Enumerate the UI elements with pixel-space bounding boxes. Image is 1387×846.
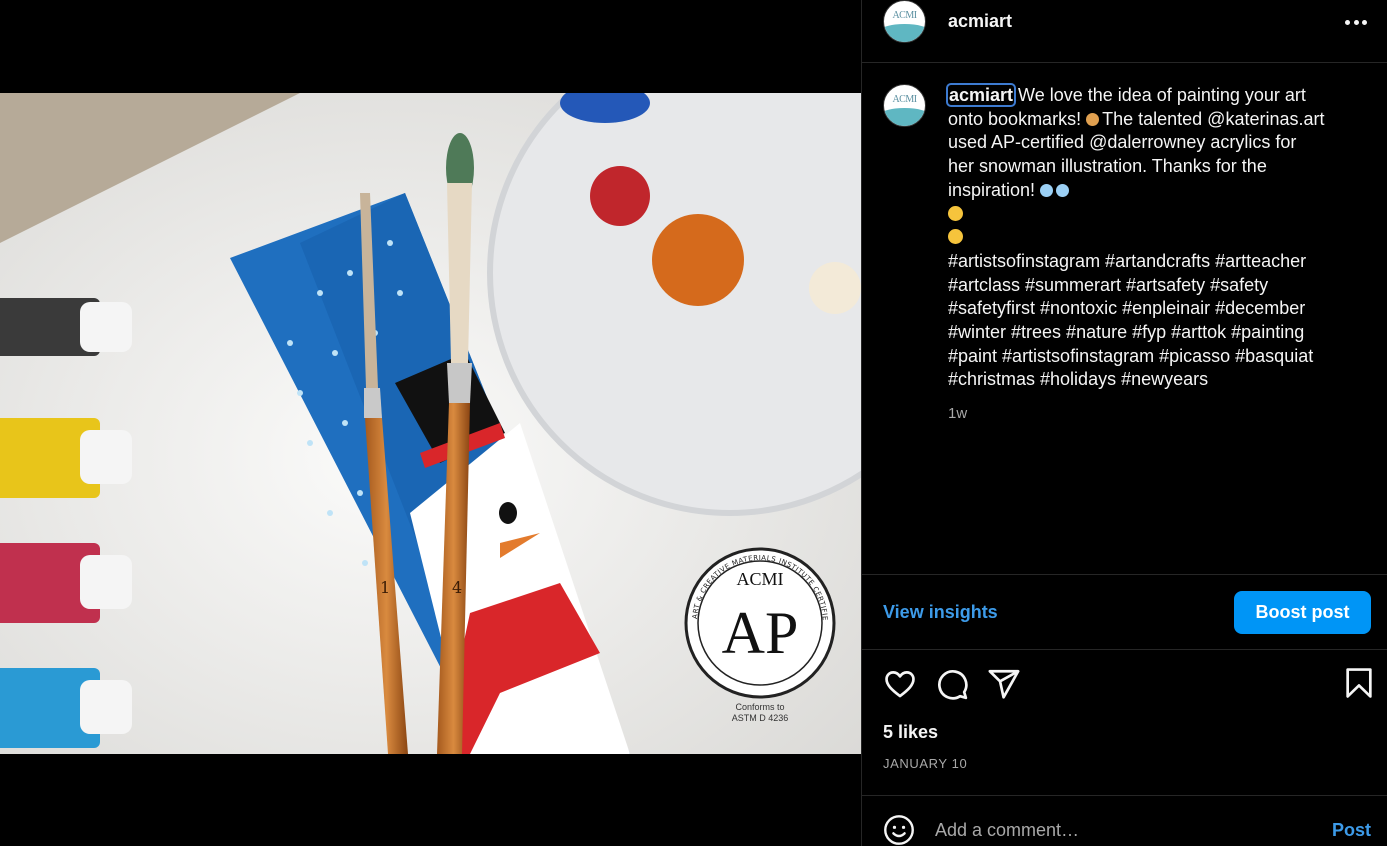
paint-blob-orange [652,214,744,306]
artwork-photo: 1 4 ART & CREATIVE MATERIALS INSTITUTE C… [0,93,861,754]
caption-line-6: inspiration! [948,179,1036,200]
bookmark-icon[interactable] [1342,666,1376,700]
avatar-logo-text: ACMI [892,9,917,21]
post-time-ago[interactable]: 1w [948,402,1358,426]
post-date: JANUARY 10 [883,756,968,771]
caption-line-3: The talented @katerinas.art [1102,108,1325,129]
comment-bar: Post [862,795,1387,846]
hashtag-line-6: #christmas #holidays #newyears [948,369,1209,390]
caption-avatar-logo-text: ACMI [892,94,917,105]
paint-blob-cream [809,262,861,314]
post-actions [883,666,1373,702]
boost-post-button[interactable]: Boost post [1234,590,1371,634]
svg-text:Conforms to: Conforms to [735,702,784,712]
more-icon[interactable] [1343,10,1369,34]
upside-down-face-emoji-icon [948,205,963,221]
insights-bar: View insights Boost post [862,574,1387,650]
paint-blob-red [590,166,650,226]
view-insights-link[interactable]: View insights [883,602,998,623]
post-image[interactable]: 1 4 ART & CREATIVE MATERIALS INSTITUTE C… [0,93,861,754]
caption-block: ACMI acmiart We love the idea of painting… [883,83,1373,426]
caption-line-4: used AP-certified @dalerrowney acrylics … [948,132,1297,153]
caption-avatar[interactable]: ACMI [883,84,926,127]
svg-text:1: 1 [380,578,390,597]
upside-down-face-emoji-icon [948,229,963,245]
caption-username[interactable]: acmiart [945,83,1017,107]
caption-line-1: We love the idea of painting your art [1018,85,1306,105]
hashtag-line-3: #safetyfirst #nontoxic #enpleinair #dece… [948,298,1306,319]
post-panel: ACMI acmiart ACMI acmiart We love the ide… [861,0,1387,846]
post-caption: acmiart We love the idea of painting your… [945,83,1358,426]
comment-icon[interactable] [935,667,969,701]
caption-line-5: her snowman illustration. Thanks for the [948,156,1267,177]
svg-text:AP: AP [722,600,799,666]
post-comment-button[interactable]: Post [1332,820,1371,841]
hashtag-line-1: #artistsofinstagram #artandcrafts #artte… [948,250,1307,271]
svg-text:ASTM D 4236: ASTM D 4236 [732,713,789,723]
svg-text:ACMI: ACMI [736,569,783,589]
share-icon[interactable] [987,667,1021,701]
post-media: 1 4 ART & CREATIVE MATERIALS INSTITUTE C… [0,0,861,846]
palette-emoji-icon [1086,112,1100,126]
avatar[interactable]: ACMI [883,0,926,43]
snowman-emoji-icon [1056,183,1070,197]
likes-count[interactable]: 5 likes [883,722,938,743]
comment-input[interactable] [935,819,1332,841]
snowflake-emoji-icon [1040,183,1054,197]
header-username[interactable]: acmiart [948,11,1012,32]
emoji-icon[interactable] [883,814,915,846]
post-header: ACMI acmiart [862,0,1387,63]
hashtag-line-4: #winter #trees #nature #fyp #arttok #pai… [948,322,1305,343]
hashtag-line-2: #artclass #summerart #artsafety #safety [948,274,1269,295]
caption-line-2: onto bookmarks! [948,108,1082,129]
heart-icon[interactable] [883,667,917,701]
svg-text:4: 4 [452,578,462,597]
hashtag-line-5: #paint #artistsofinstagram #picasso #bas… [948,345,1314,366]
